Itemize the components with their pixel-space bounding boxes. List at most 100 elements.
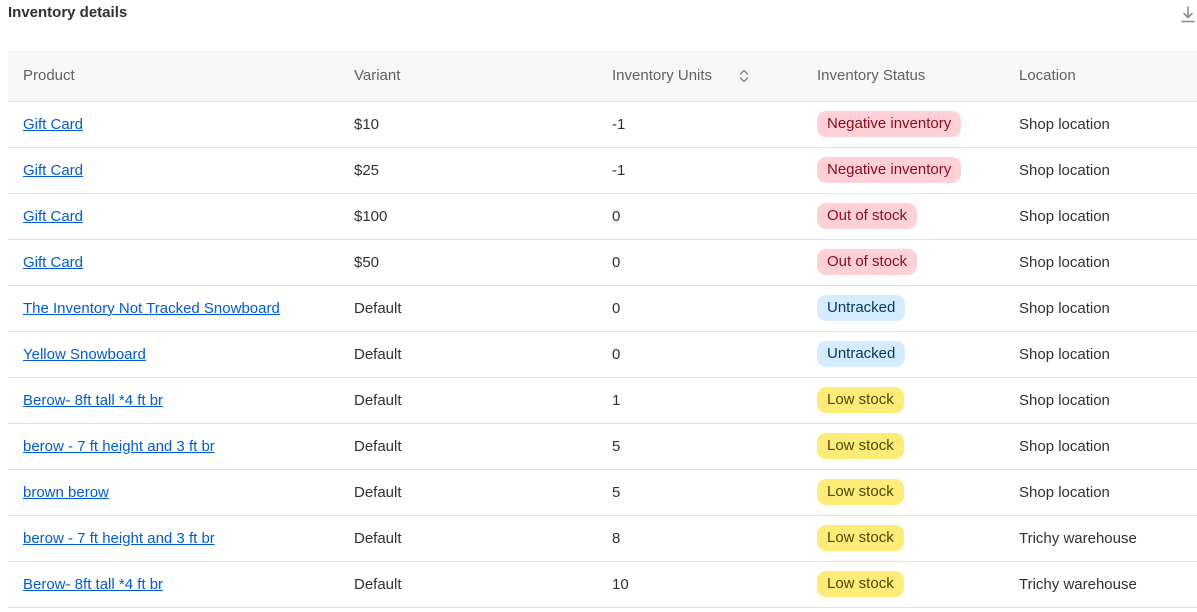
product-link[interactable]: Gift Card bbox=[23, 116, 83, 133]
status-badge: Low stock bbox=[817, 571, 904, 597]
page-title: Inventory details bbox=[8, 4, 128, 21]
table-row: Gift Card $10 -1 Negative inventory Shop loc… bbox=[8, 101, 1197, 148]
product-cell: berow - 7 ft height and 3 ft br bbox=[8, 423, 339, 470]
table-row: berow - 7 ft height and 3 ft br Default 8 L… bbox=[8, 515, 1197, 562]
status-badge: Negative inventory bbox=[817, 111, 962, 137]
status-badge: Low stock bbox=[817, 387, 904, 413]
units-cell: 0 bbox=[597, 193, 802, 240]
status-badge: Low stock bbox=[817, 479, 904, 505]
location-cell: Trichy warehouse bbox=[1004, 561, 1197, 608]
variant-cell: Default bbox=[339, 423, 597, 470]
variant-cell: $25 bbox=[339, 147, 597, 194]
status-badge: Low stock bbox=[817, 433, 904, 459]
units-cell: 1 bbox=[597, 377, 802, 424]
status-badge: Low stock bbox=[817, 525, 904, 551]
variant-cell: Default bbox=[339, 561, 597, 608]
product-cell: berow - 7 ft height and 3 ft br bbox=[8, 515, 339, 562]
product-link[interactable]: The Inventory Not Tracked Snowboard bbox=[23, 300, 280, 317]
table-row: berow - 7 ft height and 3 ft br Default 5 L… bbox=[8, 423, 1197, 470]
table-header-row: Product Variant Inventory Units Inventor… bbox=[8, 51, 1197, 102]
table-row: brown berow Default 5 Low stock Shop locatio… bbox=[8, 469, 1197, 516]
product-link[interactable]: Gift Card bbox=[23, 162, 83, 179]
status-cell: Untracked bbox=[802, 285, 1004, 332]
product-link[interactable]: Berow- 8ft tall *4 ft br bbox=[23, 392, 163, 409]
units-cell: -1 bbox=[597, 101, 802, 148]
product-link[interactable]: berow - 7 ft height and 3 ft br bbox=[23, 438, 215, 455]
product-link[interactable]: Gift Card bbox=[23, 254, 83, 271]
product-cell: Gift Card bbox=[8, 193, 339, 240]
product-cell: brown berow bbox=[8, 469, 339, 516]
location-cell: Shop location bbox=[1004, 377, 1197, 424]
units-cell: 5 bbox=[597, 423, 802, 470]
location-cell: Shop location bbox=[1004, 239, 1197, 286]
location-cell: Shop location bbox=[1004, 331, 1197, 378]
column-header-units-label: Inventory Units bbox=[612, 67, 713, 85]
units-cell: 5 bbox=[597, 469, 802, 516]
product-link[interactable]: Berow- 8ft tall *4 ft br bbox=[23, 576, 163, 593]
status-cell: Low stock bbox=[802, 561, 1004, 608]
status-badge: Untracked bbox=[817, 341, 906, 367]
product-link[interactable]: berow - 7 ft height and 3 ft br bbox=[23, 530, 215, 547]
location-cell: Shop location bbox=[1004, 469, 1197, 516]
column-header-status: Inventory Status bbox=[802, 51, 1004, 102]
column-header-product: Product bbox=[8, 51, 339, 102]
status-cell: Negative inventory bbox=[802, 147, 1004, 194]
sort-icon[interactable] bbox=[738, 68, 750, 84]
status-cell: Low stock bbox=[802, 377, 1004, 424]
table-row: The Inventory Not Tracked Snowboard Defau… bbox=[8, 285, 1197, 332]
location-cell: Trichy warehouse bbox=[1004, 515, 1197, 562]
units-cell: 0 bbox=[597, 285, 802, 332]
table-row: Berow- 8ft tall *4 ft br Default 10 Low sto… bbox=[8, 561, 1197, 608]
location-cell: Shop location bbox=[1004, 101, 1197, 148]
table-row: Gift Card $100 0 Out of stock Shop location bbox=[8, 193, 1197, 240]
table-row: Gift Card $25 -1 Negative inventory Shop loc… bbox=[8, 147, 1197, 194]
status-cell: Untracked bbox=[802, 331, 1004, 378]
product-cell: Gift Card bbox=[8, 147, 339, 194]
location-cell: Shop location bbox=[1004, 423, 1197, 470]
variant-cell: Default bbox=[339, 285, 597, 332]
variant-cell: Default bbox=[339, 331, 597, 378]
variant-cell: Default bbox=[339, 515, 597, 562]
column-header-units[interactable]: Inventory Units bbox=[597, 51, 802, 102]
location-cell: Shop location bbox=[1004, 193, 1197, 240]
units-cell: 0 bbox=[597, 239, 802, 286]
column-header-location: Location bbox=[1004, 51, 1197, 102]
variant-cell: $100 bbox=[339, 193, 597, 240]
status-cell: Out of stock bbox=[802, 193, 1004, 240]
product-cell: The Inventory Not Tracked Snowboard bbox=[8, 285, 339, 332]
variant-cell: Default bbox=[339, 469, 597, 516]
table-row: Berow- 8ft tall *4 ft br Default 1 Low stoc… bbox=[8, 377, 1197, 424]
location-cell: Shop location bbox=[1004, 285, 1197, 332]
units-cell: 0 bbox=[597, 331, 802, 378]
product-cell: Yellow Snowboard bbox=[8, 331, 339, 378]
table-row: Yellow Snowboard Default 0 Untracked Shop lo… bbox=[8, 331, 1197, 378]
location-cell: Shop location bbox=[1004, 147, 1197, 194]
status-badge: Untracked bbox=[817, 295, 906, 321]
table-body: Gift Card $10 -1 Negative inventory Shop loc… bbox=[8, 101, 1197, 608]
product-cell: Berow- 8ft tall *4 ft br bbox=[8, 377, 339, 424]
inventory-table-container: Product Variant Inventory Units Inventor… bbox=[8, 51, 1197, 608]
status-badge: Out of stock bbox=[817, 249, 918, 275]
status-badge: Out of stock bbox=[817, 203, 918, 229]
variant-cell: $10 bbox=[339, 101, 597, 148]
units-cell: -1 bbox=[597, 147, 802, 194]
status-cell: Negative inventory bbox=[802, 101, 1004, 148]
status-badge: Negative inventory bbox=[817, 157, 962, 183]
inventory-header: Inventory details bbox=[8, 0, 1197, 30]
status-cell: Low stock bbox=[802, 469, 1004, 516]
download-icon[interactable] bbox=[1180, 6, 1196, 24]
product-link[interactable]: brown berow bbox=[23, 484, 109, 501]
product-cell: Berow- 8ft tall *4 ft br bbox=[8, 561, 339, 608]
product-link[interactable]: Gift Card bbox=[23, 208, 83, 225]
product-link[interactable]: Yellow Snowboard bbox=[23, 346, 146, 363]
column-header-variant: Variant bbox=[339, 51, 597, 102]
units-cell: 8 bbox=[597, 515, 802, 562]
variant-cell: $50 bbox=[339, 239, 597, 286]
status-cell: Low stock bbox=[802, 515, 1004, 562]
product-cell: Gift Card bbox=[8, 239, 339, 286]
table-row: Gift Card $50 0 Out of stock Shop location bbox=[8, 239, 1197, 286]
status-cell: Low stock bbox=[802, 423, 1004, 470]
variant-cell: Default bbox=[339, 377, 597, 424]
product-cell: Gift Card bbox=[8, 101, 339, 148]
inventory-table: Product Variant Inventory Units Inventor… bbox=[8, 51, 1197, 608]
